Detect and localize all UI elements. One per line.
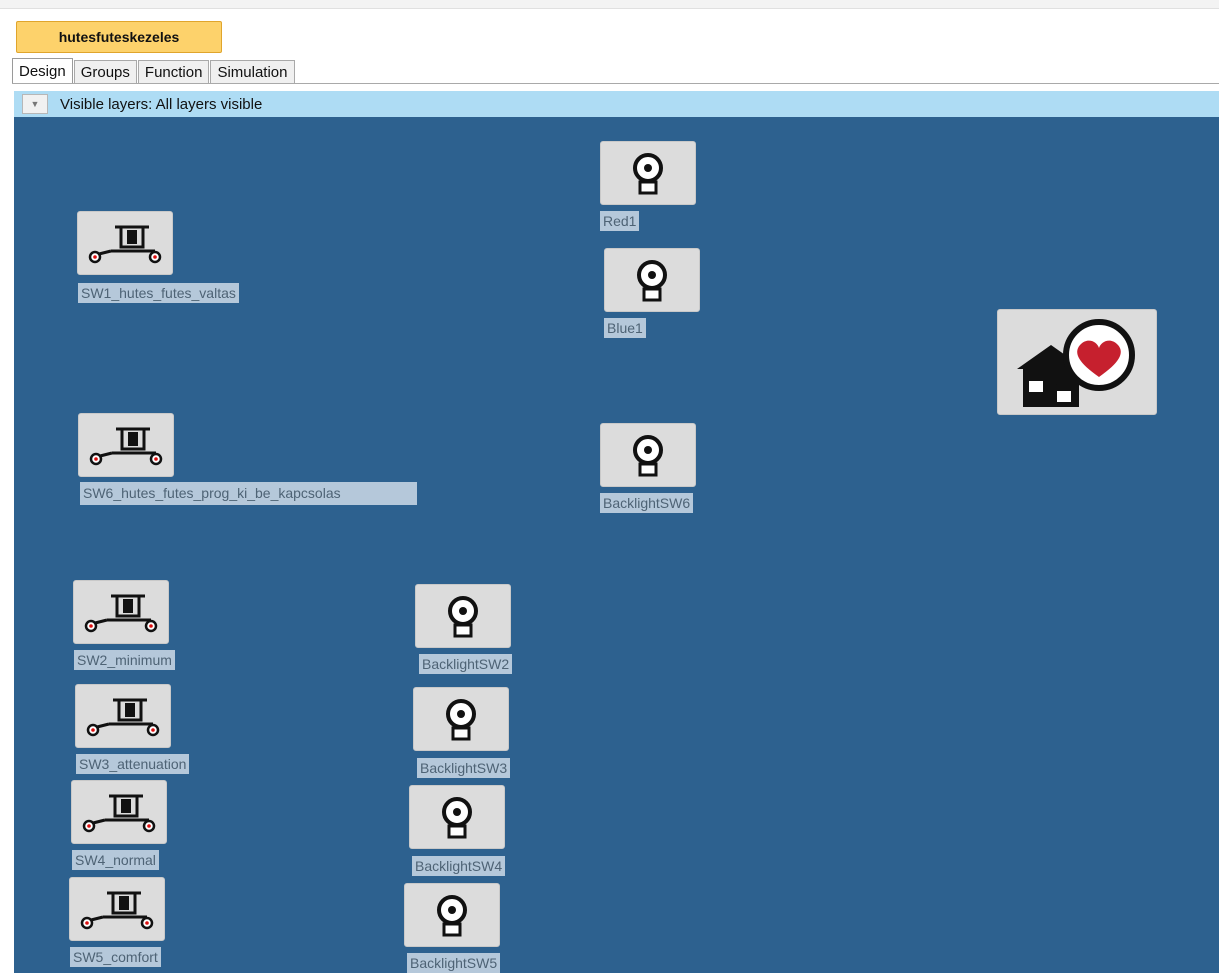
switch-actuator-icon	[84, 594, 158, 633]
visible-layers-label: Visible layers:	[60, 95, 153, 113]
label-red1: Red1	[600, 211, 640, 231]
tab-design[interactable]: Design	[12, 58, 73, 84]
switch-node-sw5[interactable]	[69, 877, 165, 941]
chevron-down-icon: ▼	[30, 99, 40, 109]
light-node-red1[interactable]	[600, 141, 696, 205]
light-bulb-icon	[448, 596, 478, 638]
switch-node-sw4[interactable]	[71, 780, 167, 844]
switch-actuator-icon	[88, 225, 162, 264]
light-bulb-icon	[637, 260, 667, 302]
switch-actuator-icon	[89, 427, 163, 466]
label-sw4: SW4_normal	[72, 850, 159, 870]
label-sw2: SW2_minimum	[74, 650, 175, 670]
label-sw6: SW6_hutes_futes_prog_ki_be_kapcsolas	[80, 482, 417, 505]
label-backlight-sw4: BacklightSW4	[412, 856, 506, 876]
light-bulb-icon	[633, 435, 663, 477]
light-bulb-icon	[633, 153, 663, 195]
layers-dropdown-button[interactable]: ▼	[22, 94, 48, 114]
switch-node-sw2[interactable]	[73, 580, 169, 644]
switch-actuator-icon	[86, 698, 160, 737]
light-bulb-icon	[442, 797, 472, 839]
switch-node-sw1[interactable]	[77, 211, 173, 275]
tab-simulation[interactable]: Simulation	[210, 60, 295, 84]
smart-home-heart-icon	[1017, 319, 1135, 407]
visible-layers-bar: ▼ Visible layers: All layers visible	[14, 91, 1219, 117]
visible-layers-text: Visible layers: All layers visible	[60, 96, 262, 113]
home-status-tile[interactable]	[997, 309, 1157, 415]
light-node-backlight-sw4[interactable]	[409, 785, 505, 849]
tab-divider	[12, 83, 1219, 84]
light-node-backlight-sw5[interactable]	[404, 883, 500, 947]
light-node-backlight-sw3[interactable]	[413, 687, 509, 751]
label-backlight-sw6: BacklightSW6	[600, 493, 694, 513]
label-sw1: SW1_hutes_futes_valtas	[78, 283, 239, 303]
label-sw3: SW3_attenuation	[76, 754, 190, 774]
light-bulb-icon	[446, 699, 476, 741]
switch-node-sw3[interactable]	[75, 684, 171, 748]
light-node-blue1[interactable]	[604, 248, 700, 312]
light-bulb-icon	[437, 895, 467, 937]
design-canvas[interactable]: SW1_hutes_futes_valtas SW6_hutes_futes_p…	[14, 117, 1219, 973]
label-backlight-sw2: BacklightSW2	[419, 654, 513, 674]
switch-node-sw6[interactable]	[78, 413, 174, 477]
light-node-backlight-sw6[interactable]	[600, 423, 696, 487]
window-top-strip	[0, 0, 1219, 9]
visible-layers-value: All layers visible	[155, 95, 263, 113]
light-node-backlight-sw2[interactable]	[415, 584, 511, 648]
document-tab[interactable]: hutesfuteskezeles	[16, 21, 222, 53]
label-blue1: Blue1	[604, 318, 646, 338]
tab-function[interactable]: Function	[137, 60, 210, 84]
view-tabs: Design Groups Function Simulation	[12, 58, 296, 84]
switch-actuator-icon	[80, 891, 154, 930]
label-backlight-sw5: BacklightSW5	[407, 953, 501, 973]
tab-groups[interactable]: Groups	[73, 60, 137, 84]
label-backlight-sw3: BacklightSW3	[417, 758, 511, 778]
switch-actuator-icon	[82, 794, 156, 833]
label-sw5: SW5_comfort	[70, 947, 161, 967]
